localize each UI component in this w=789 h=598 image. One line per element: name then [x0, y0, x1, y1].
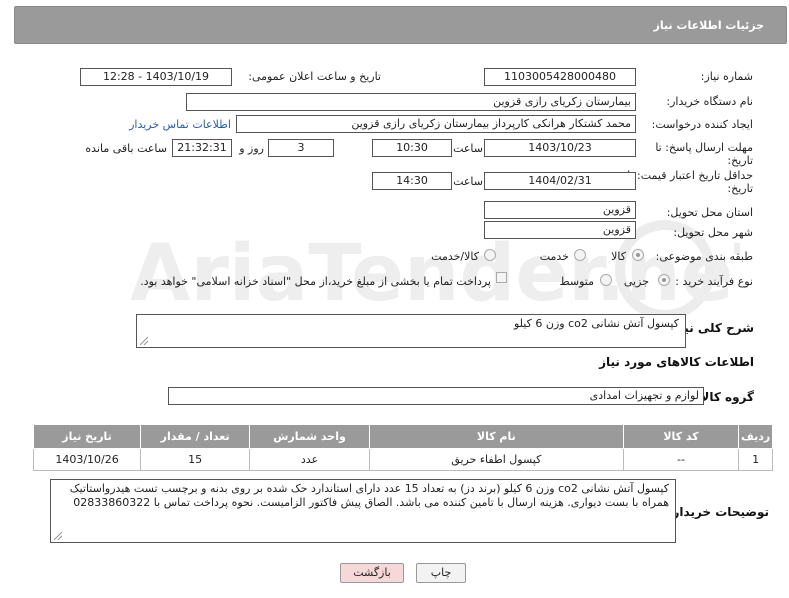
cell-quantity: 15 — [140, 448, 251, 471]
category-label: طبقه بندی موضوعی: — [655, 250, 753, 263]
watermark-logo: AriaTender.neT — [130, 220, 740, 320]
goods-table: ردیف کد کالا نام کالا واحد شمارش تعداد /… — [32, 424, 773, 471]
col-header-quantity: تعداد / مقدار — [140, 424, 251, 449]
need-number-label: شماره نیاز: — [700, 70, 753, 83]
purchase-partial-label: جزیی — [623, 275, 649, 288]
treasury-payment-checkbox[interactable] — [496, 272, 507, 283]
announce-datetime-field: 1403/10/19 - 12:28 — [80, 68, 232, 86]
resize-grip-icon[interactable] — [140, 337, 148, 345]
buyer-org-label: نام دستگاه خریدار: — [666, 95, 753, 108]
col-header-unit: واحد شمارش — [249, 424, 370, 449]
col-header-name: نام کالا — [368, 424, 624, 449]
general-desc-text: کپسول آتش نشانی co2 وزن 6 کیلو — [513, 317, 679, 330]
purchase-medium-radio[interactable] — [600, 274, 612, 286]
svg-text:AriaTender.neT: AriaTender.neT — [130, 229, 740, 319]
buyer-notes-label: توضیحات خریدار: — [667, 505, 769, 519]
deadline-time-label: ساعت — [453, 142, 483, 155]
price-validity-label: حداقل تاریخ اعتبار قیمت: تا — [627, 169, 753, 182]
need-number-field: 1103005428000480 — [484, 68, 636, 86]
table-row: 1 -- کپسول اطفاء حریق عدد 15 1403/10/26 — [32, 448, 773, 471]
days-label: روز و — [239, 142, 264, 155]
city-field: قزوین — [484, 221, 636, 239]
cell-unit: عدد — [249, 448, 370, 471]
resize-grip-icon[interactable] — [54, 532, 62, 540]
cell-need-date: 1403/10/26 — [32, 448, 142, 471]
category-service-label: خدمت — [539, 250, 569, 263]
city-label: شهر محل تحویل: — [673, 226, 753, 239]
deadline-date-label: تاریخ: — [727, 154, 753, 167]
col-header-need-date: تاریخ نیاز — [32, 424, 142, 449]
col-header-code: کد کالا — [622, 424, 740, 449]
validity-time-field: 14:30 — [372, 172, 452, 190]
price-validity-date-label: تاریخ: — [727, 182, 753, 195]
buyer-notes-textarea[interactable]: کپسول آتش نشانی co2 وزن 6 کیلو (برند دز)… — [50, 479, 676, 543]
payment-note: پرداخت تمام یا بخشی از مبلغ خرید،از محل … — [140, 275, 491, 288]
buyer-notes-text: کپسول آتش نشانی co2 وزن 6 کیلو (برند دز)… — [69, 482, 669, 509]
buyer-contact-link[interactable]: اطلاعات تماس خریدار — [129, 118, 231, 131]
province-field: قزوین — [484, 201, 636, 219]
purchase-partial-radio[interactable] — [658, 274, 670, 286]
cell-row-number: 1 — [738, 448, 773, 471]
table-header-row: ردیف کد کالا نام کالا واحد شمارش تعداد /… — [32, 424, 773, 449]
category-both-label: کالا/خدمت — [431, 250, 479, 263]
back-button[interactable]: بازگشت — [340, 563, 404, 583]
cell-name: کپسول اطفاء حریق — [368, 448, 624, 471]
purchase-medium-label: متوسط — [559, 275, 594, 288]
print-button[interactable]: چاپ — [416, 563, 466, 583]
deadline-time-field: 10:30 — [372, 139, 452, 157]
purchase-type-label: نوع فرآیند خرید : — [675, 275, 753, 288]
deadline-date-field: 1403/10/23 — [484, 139, 636, 157]
category-goods-label: کالا — [611, 250, 626, 263]
goods-group-label: گروه کالا: — [695, 390, 754, 404]
hours-left-label: ساعت باقی مانده — [85, 142, 167, 155]
goods-info-heading: اطلاعات کالاهای مورد نیاز — [599, 355, 754, 369]
remaining-time-field: 21:32:31 — [172, 139, 232, 157]
category-goods-radio[interactable] — [632, 249, 644, 261]
goods-group-field: لوازم و تجهیزات امدادی — [168, 387, 704, 405]
col-header-row-number: ردیف — [738, 424, 773, 449]
announce-datetime-label: تاریخ و ساعت اعلان عمومی: — [248, 70, 381, 83]
validity-date-field: 1404/02/31 — [484, 172, 636, 190]
general-desc-textarea[interactable]: کپسول آتش نشانی co2 وزن 6 کیلو — [136, 314, 686, 348]
province-label: استان محل تحویل: — [666, 206, 753, 219]
category-service-radio[interactable] — [574, 249, 586, 261]
page-header: جزئیات اطلاعات نیاز — [14, 6, 787, 44]
validity-time-label: ساعت — [453, 175, 483, 188]
category-both-radio[interactable] — [484, 249, 496, 261]
days-field: 3 — [268, 139, 334, 157]
requester-field: محمد کشتکار هرانکی کارپرداز بیمارستان زک… — [236, 115, 636, 133]
page-title: جزئیات اطلاعات نیاز — [653, 19, 765, 32]
buyer-org-field: بیمارستان زکریای رازی قزوین — [186, 93, 636, 111]
requester-label: ایجاد کننده درخواست: — [651, 118, 753, 131]
cell-code: -- — [622, 448, 740, 471]
deadline-send-label: مهلت ارسال پاسخ: تا — [655, 141, 753, 154]
